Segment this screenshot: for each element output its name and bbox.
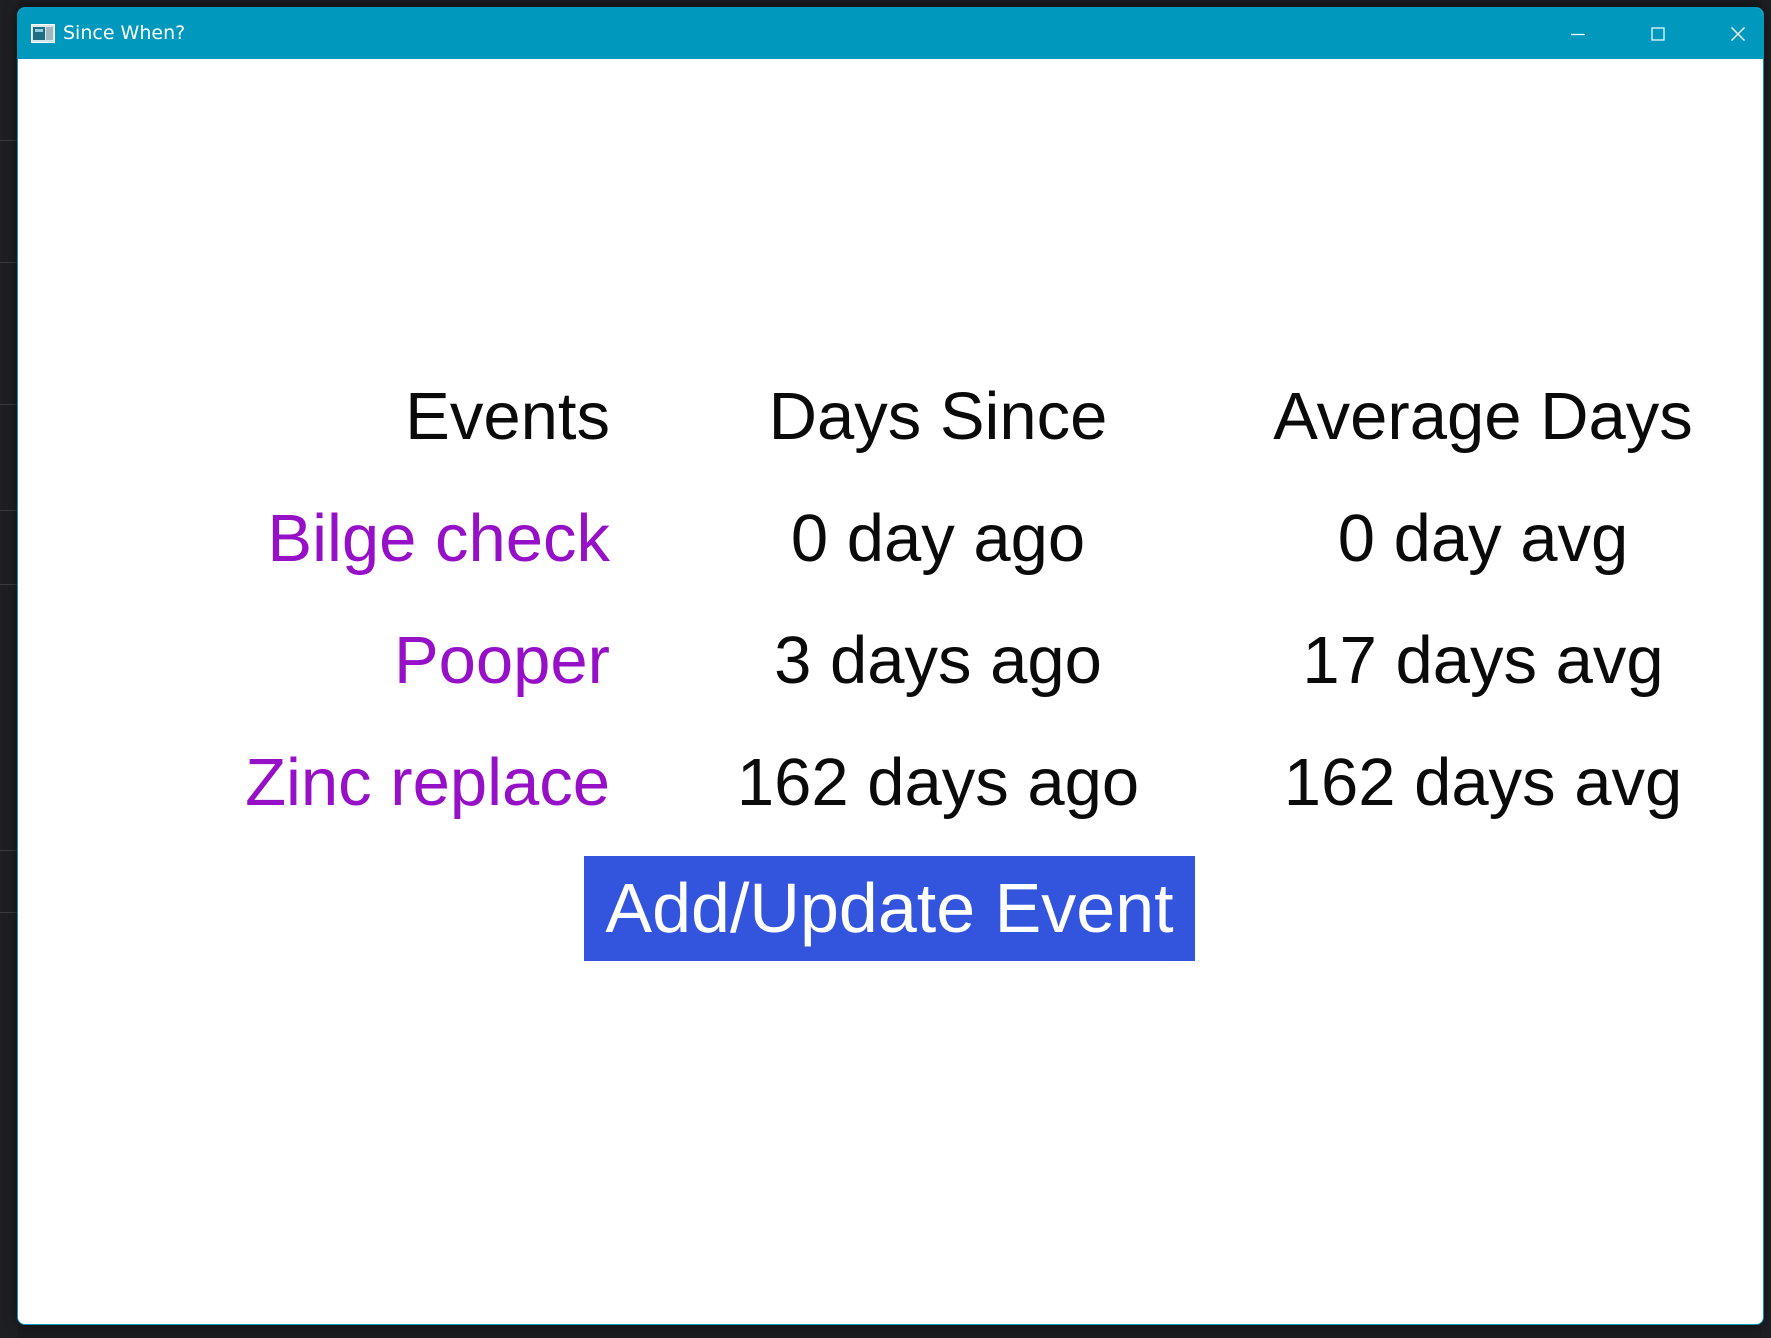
header-days-since: Days Since [768, 379, 1108, 454]
event-days-since: 162 days ago [736, 745, 1140, 820]
close-icon [1730, 26, 1746, 42]
minimize-button[interactable] [1538, 8, 1618, 59]
close-button[interactable] [1698, 8, 1763, 59]
title-bar[interactable]: Since When? [18, 8, 1763, 59]
maximize-icon [1650, 26, 1666, 42]
minimize-icon [1570, 26, 1586, 42]
event-days-since: 0 day ago [790, 501, 1086, 576]
event-average-days: 162 days avg [1283, 745, 1683, 820]
window-app-icon [31, 24, 55, 43]
events-panel: Events Days Since Average Days Bilge che… [18, 59, 1763, 1324]
background-divider [0, 404, 18, 405]
add-update-event-button[interactable]: Add/Update Event [584, 856, 1195, 961]
background-desktop-left [0, 0, 18, 1338]
app-window: Since When? Events Days Since Average Da… [17, 7, 1764, 1325]
background-divider [0, 262, 18, 263]
event-name[interactable]: Pooper [394, 621, 610, 701]
event-name[interactable]: Zinc replace [245, 743, 610, 823]
event-days-since: 3 days ago [774, 623, 1102, 698]
maximize-button[interactable] [1618, 8, 1698, 59]
event-average-days: 0 day avg [1337, 501, 1629, 576]
background-divider [0, 912, 18, 913]
event-average-days: 17 days avg [1302, 623, 1664, 698]
window-title: Since When? [63, 22, 186, 44]
header-events: Events [405, 379, 610, 454]
background-divider [0, 584, 18, 585]
event-name[interactable]: Bilge check [267, 499, 610, 579]
background-divider [0, 850, 18, 851]
background-divider [0, 510, 18, 511]
background-divider [0, 140, 18, 141]
header-average-days: Average Days [1273, 379, 1693, 454]
